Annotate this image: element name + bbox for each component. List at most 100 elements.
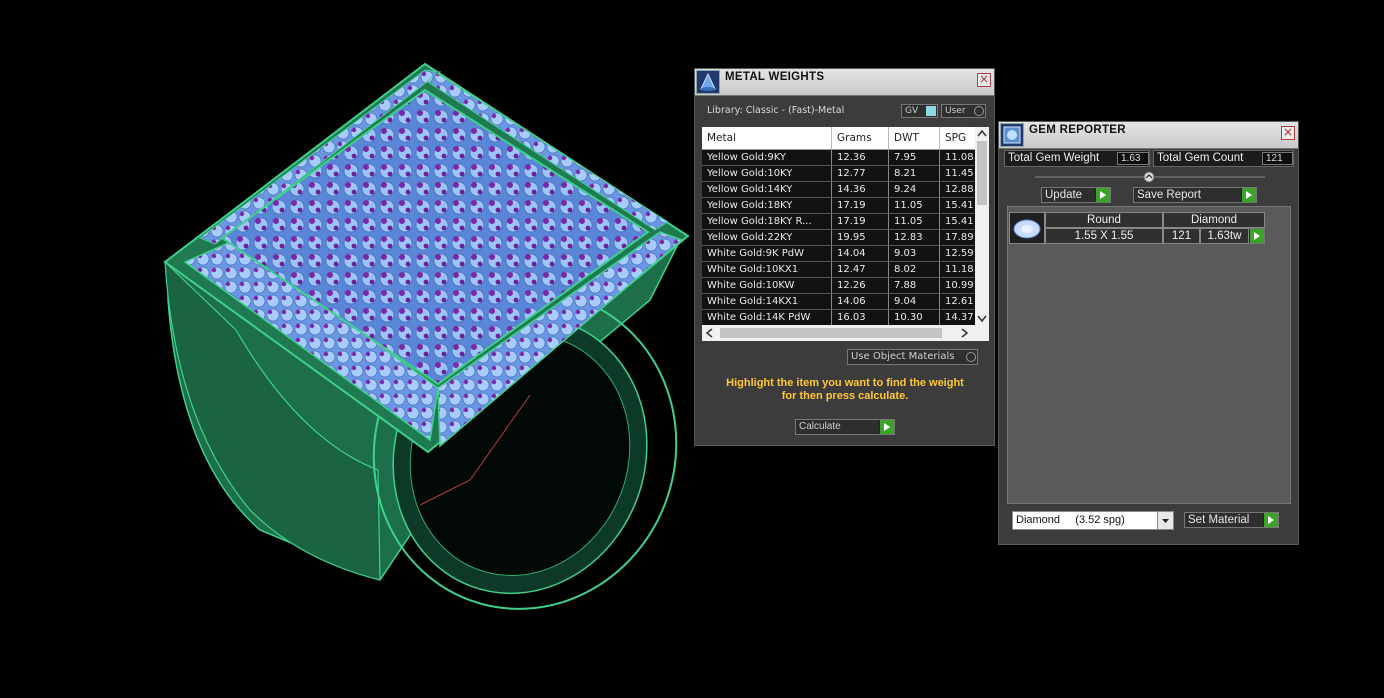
grams-cell: 16.03 [831, 309, 889, 326]
gem-count: 121 [1163, 228, 1200, 244]
grams-cell: 14.06 [831, 293, 889, 310]
use-object-materials-toggle[interactable]: Use Object Materials [847, 349, 978, 365]
material-select[interactable]: Diamond (3.52 spg) [1012, 511, 1174, 530]
material-select-value: Diamond (3.52 spg) [1016, 514, 1125, 526]
update-button[interactable]: Update [1041, 187, 1111, 203]
metal-cell: Yellow Gold:22KY [702, 229, 832, 246]
dwt-cell: 7.95 [888, 149, 940, 166]
metal-weights-icon [696, 70, 720, 94]
dwt-cell: 9.04 [888, 293, 940, 310]
gem-material: Diamond [1163, 212, 1265, 228]
gem-shape: Round [1045, 212, 1163, 228]
metal-cell: Yellow Gold:9KY [702, 149, 832, 166]
table-row[interactable]: White Gold:14K PdW 16.03 10.30 14.37 [702, 309, 987, 326]
metal-table[interactable]: Metal Grams DWT SPG Yellow Gold:9KY 12.36… [702, 127, 989, 341]
gv-toggle-label: GV [905, 106, 919, 116]
metal-cell: White Gold:14KX1 [702, 293, 832, 310]
play-arrow-icon [1095, 188, 1110, 202]
grams-cell: 17.19 [831, 197, 889, 214]
hint-line-2: for then press calculate. [781, 390, 909, 402]
collapse-divider[interactable] [1035, 171, 1265, 183]
gem-reporter-title: GEM REPORTER [1029, 124, 1126, 136]
table-row[interactable]: Yellow Gold:18KY 17.19 11.05 15.41 [702, 197, 987, 214]
play-arrow-icon [1241, 188, 1256, 202]
toggle-on-icon [926, 106, 936, 116]
round-gem-icon [1013, 219, 1041, 239]
dwt-cell: 8.21 [888, 165, 940, 182]
play-arrow-icon [879, 420, 894, 434]
calculate-button[interactable]: Calculate [795, 419, 895, 435]
grams-cell: 12.47 [831, 261, 889, 278]
total-gem-count-value: 121 [1262, 152, 1293, 165]
set-material-button[interactable]: Set Material [1184, 512, 1279, 528]
metal-cell: White Gold:14K PdW [702, 309, 832, 326]
table-row[interactable]: Yellow Gold:14KY 14.36 9.24 12.88 [702, 181, 987, 198]
set-material-label: Set Material [1188, 514, 1250, 526]
metal-cell: White Gold:10KX1 [702, 261, 832, 278]
metal-cell: White Gold:10KW [702, 277, 832, 294]
gem-reporter-panel: GEM REPORTER × Total Gem Weight 1.63 Tot… [998, 121, 1299, 545]
gv-toggle[interactable]: GV [901, 104, 938, 118]
grams-cell: 12.26 [831, 277, 889, 294]
table-row[interactable]: Yellow Gold:9KY 12.36 7.95 11.08 [702, 149, 987, 166]
play-arrow-icon [1263, 513, 1278, 527]
grams-cell: 12.36 [831, 149, 889, 166]
dwt-cell: 7.88 [888, 277, 940, 294]
metal-cell: White Gold:9K PdW [702, 245, 832, 262]
table-row[interactable]: White Gold:9K PdW 14.04 9.03 12.59 [702, 245, 987, 262]
table-row[interactable]: White Gold:10KW 12.26 7.88 10.99 [702, 277, 987, 294]
gem-weight: 1.63tw [1200, 228, 1249, 244]
metal-weights-panel: METAL WEIGHTS × Library: Classic - (Fast… [694, 68, 995, 446]
gem-reporter-titlebar[interactable]: GEM REPORTER × [999, 122, 1298, 149]
scrollbar-arrows-icon [705, 328, 969, 338]
user-toggle-label: User [945, 106, 966, 116]
metal-weights-title: METAL WEIGHTS [725, 71, 825, 83]
total-gem-count: Total Gem Count 121 [1153, 150, 1294, 167]
col-dwt[interactable]: DWT [888, 127, 940, 150]
grams-cell: 14.36 [831, 181, 889, 198]
scrollbar-arrows-icon [977, 129, 987, 323]
dwt-cell: 8.02 [888, 261, 940, 278]
user-toggle[interactable]: User [941, 104, 986, 118]
table-row[interactable]: White Gold:10KX1 12.47 8.02 11.18 [702, 261, 987, 278]
table-header-row: Metal Grams DWT SPG [702, 127, 987, 150]
gem-reporter-icon [1000, 123, 1024, 147]
library-label: Library: Classic - (Fast)-Metal [707, 105, 845, 116]
chevron-down-icon [1157, 512, 1173, 529]
table-row[interactable]: Yellow Gold:22KY 19.95 12.83 17.89 [702, 229, 987, 246]
table-row[interactable]: White Gold:14KX1 14.06 9.04 12.61 [702, 293, 987, 310]
table-row[interactable]: Yellow Gold:18KY R... 17.19 11.05 15.41 [702, 213, 987, 230]
total-gem-count-label: Total Gem Count [1157, 152, 1244, 164]
use-object-materials-label: Use Object Materials [851, 351, 955, 362]
grams-cell: 12.77 [831, 165, 889, 182]
metal-cell: Yellow Gold:18KY R... [702, 213, 832, 230]
dwt-cell: 11.05 [888, 197, 940, 214]
metal-cell: Yellow Gold:10KY [702, 165, 832, 182]
dwt-cell: 9.03 [888, 245, 940, 262]
col-metal[interactable]: Metal [702, 127, 832, 150]
gem-thumbnail[interactable] [1009, 212, 1045, 244]
3d-viewport[interactable] [0, 0, 690, 693]
dwt-cell: 12.83 [888, 229, 940, 246]
table-row[interactable]: Yellow Gold:10KY 12.77 8.21 11.45 [702, 165, 987, 182]
gem-list: Round Diamond 1.55 X 1.55 121 1.63tw [1007, 206, 1291, 504]
total-gem-weight: Total Gem Weight 1.63 [1004, 150, 1150, 167]
metal-cell: Yellow Gold:18KY [702, 197, 832, 214]
horizontal-scrollbar[interactable] [702, 325, 989, 341]
save-report-button[interactable]: Save Report [1133, 187, 1257, 203]
gem-select-button[interactable] [1249, 228, 1265, 244]
close-icon[interactable]: × [1281, 126, 1295, 140]
grams-cell: 19.95 [831, 229, 889, 246]
vertical-scrollbar[interactable] [975, 127, 989, 325]
close-icon[interactable]: × [977, 73, 991, 87]
hint-line-1: Highlight the item you want to find the … [726, 377, 964, 389]
dwt-cell: 10.30 [888, 309, 940, 326]
metal-weights-titlebar[interactable]: METAL WEIGHTS × [695, 69, 994, 96]
col-grams[interactable]: Grams [831, 127, 889, 150]
dwt-cell: 9.24 [888, 181, 940, 198]
total-gem-weight-label: Total Gem Weight [1008, 152, 1100, 164]
save-report-label: Save Report [1137, 189, 1201, 201]
metal-cell: Yellow Gold:14KY [702, 181, 832, 198]
grams-cell: 17.19 [831, 213, 889, 230]
play-arrow-icon [1249, 229, 1264, 243]
